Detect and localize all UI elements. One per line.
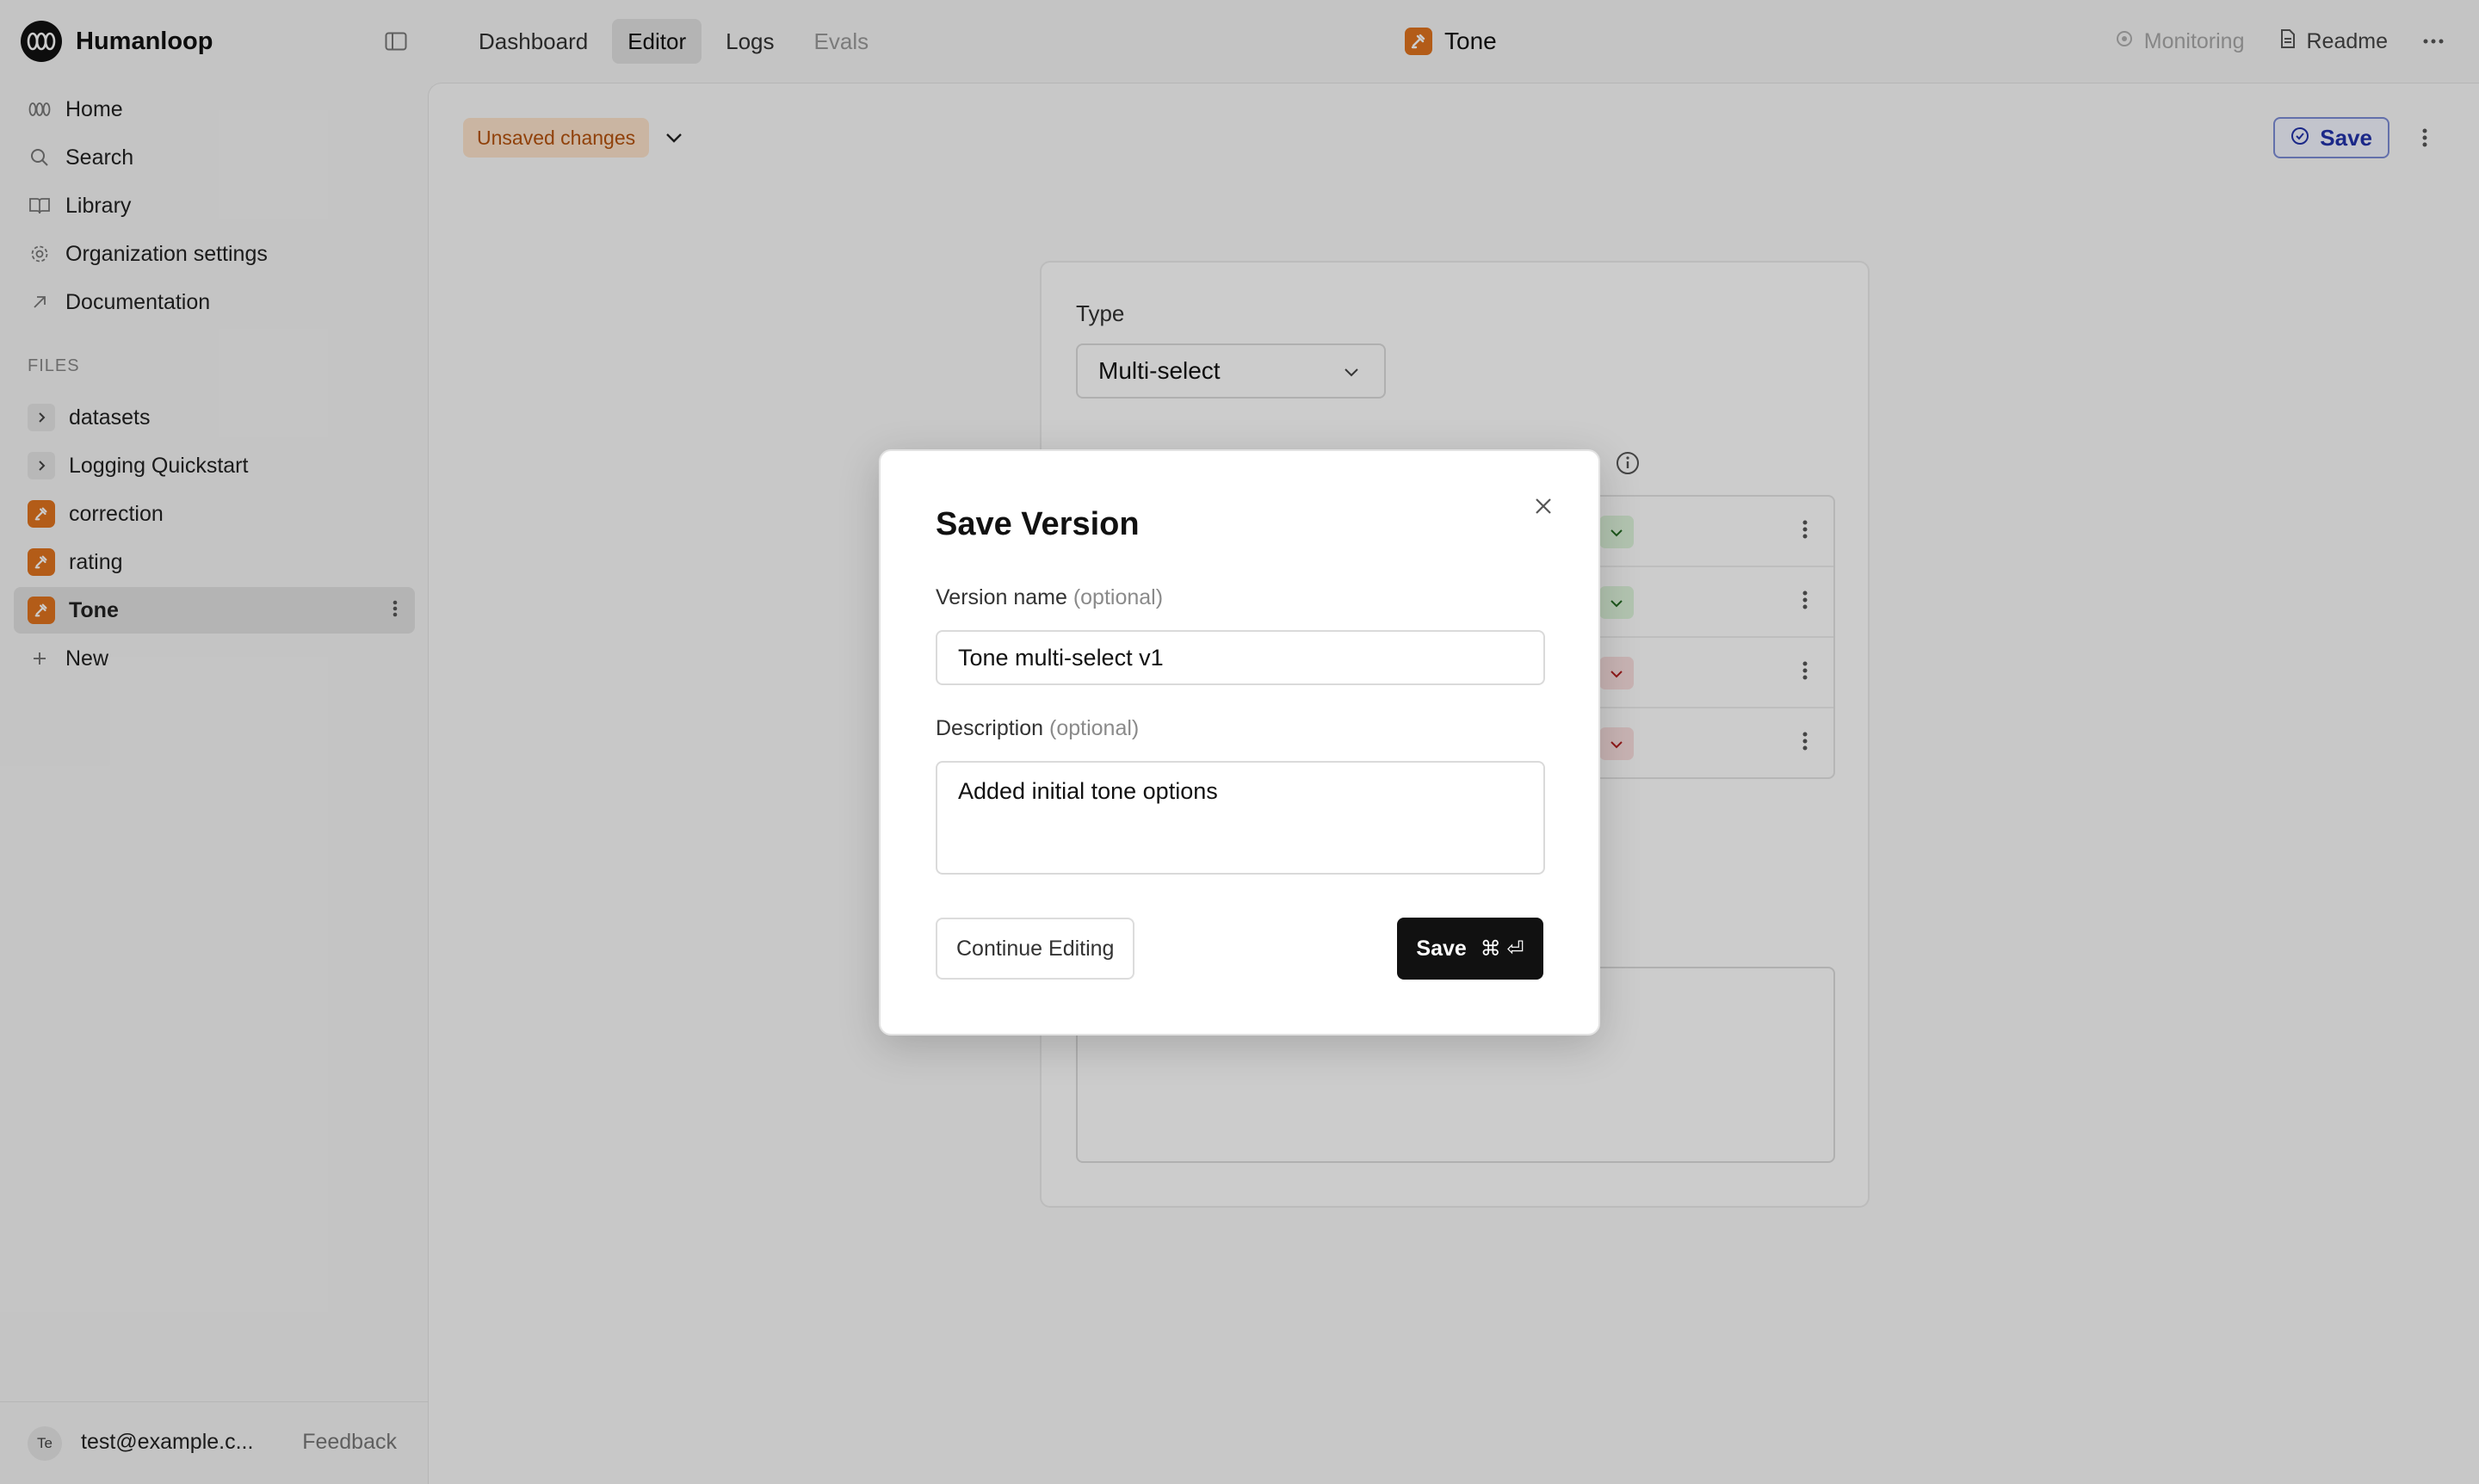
dialog-title: Save Version bbox=[936, 506, 1140, 542]
keyboard-shortcut: ⌘ ⏎ bbox=[1480, 937, 1524, 961]
optional-hint: (optional) bbox=[1073, 585, 1164, 609]
save-version-label: Save bbox=[1416, 936, 1467, 961]
version-name-label-text: Version name bbox=[936, 585, 1067, 609]
version-name-value: Tone multi-select v1 bbox=[958, 644, 1164, 671]
description-label: Description (optional) bbox=[936, 716, 1139, 741]
description-label-text: Description bbox=[936, 716, 1044, 740]
description-textarea[interactable]: Added initial tone options bbox=[936, 761, 1545, 875]
close-icon[interactable] bbox=[1530, 492, 1557, 520]
version-name-input[interactable]: Tone multi-select v1 bbox=[936, 630, 1545, 685]
description-value: Added initial tone options bbox=[958, 778, 1218, 804]
continue-editing-button[interactable]: Continue Editing bbox=[936, 918, 1135, 980]
save-version-button[interactable]: Save ⌘ ⏎ bbox=[1397, 918, 1543, 980]
version-name-label: Version name (optional) bbox=[936, 585, 1163, 610]
save-version-dialog: Save Version Version name (optional) Ton… bbox=[879, 449, 1600, 1036]
optional-hint: (optional) bbox=[1049, 716, 1140, 740]
